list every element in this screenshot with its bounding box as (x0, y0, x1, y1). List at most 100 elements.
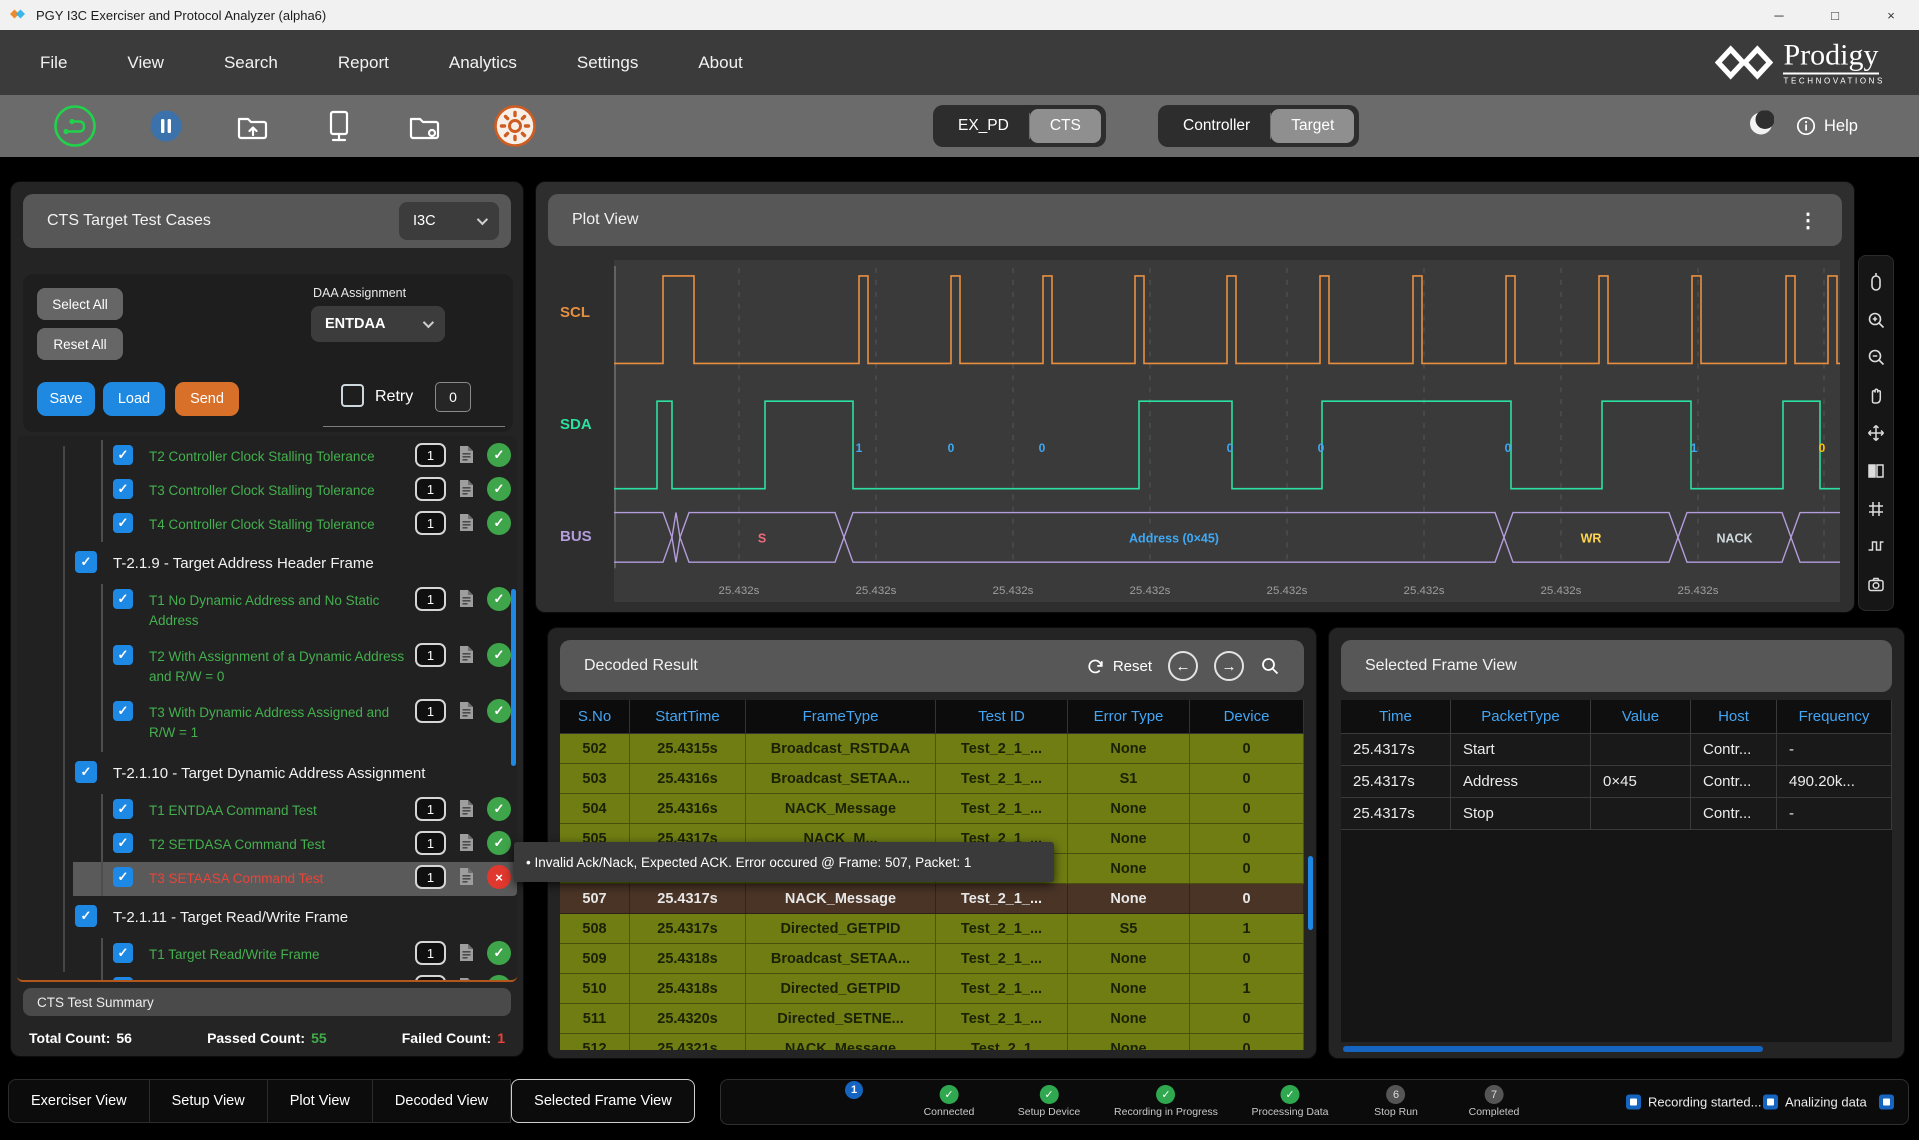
column-header[interactable]: Host (1691, 700, 1777, 734)
column-header[interactable]: Device (1190, 700, 1304, 734)
tree-item[interactable]: ✓T1 No Dynamic Address and No Static Add… (17, 584, 517, 640)
column-header[interactable]: S.No (560, 700, 630, 734)
waveform-chart[interactable]: SCL SDA BUS 10000010SAddress (0×45)WRNAC… (548, 260, 1840, 602)
column-header[interactable]: StartTime (630, 700, 746, 734)
folder-search-icon[interactable] (406, 107, 444, 145)
close-button[interactable]: × (1863, 0, 1919, 30)
dark-mode-moon-icon[interactable] (1748, 111, 1774, 142)
prev-error-button[interactable]: ← (1168, 651, 1198, 681)
zoom-in-icon[interactable] (1864, 308, 1888, 332)
run-count-input[interactable]: 1 (415, 797, 446, 821)
frame-row[interactable]: 25.4317sAddress0×45Contr...490.20k... (1341, 766, 1892, 798)
run-count-input[interactable]: 1 (415, 975, 446, 982)
tree-scrollbar[interactable] (511, 589, 516, 766)
tree-item[interactable]: ✓T3 SETAASA Command Test1× (17, 862, 517, 896)
decoded-row[interactable]: 50725.4317sNACK_MessageTest_2_1_...None0 (560, 884, 1304, 914)
search-icon[interactable] (1260, 656, 1280, 676)
checkbox-checked-icon[interactable]: ✓ (113, 645, 133, 665)
menu-item-analytics[interactable]: Analytics (449, 53, 517, 73)
reset-all-button[interactable]: Reset All (37, 328, 123, 360)
decoded-row[interactable]: 50425.4316sNACK_MessageTest_2_1_...None0 (560, 794, 1304, 824)
move-icon[interactable] (1864, 421, 1888, 445)
retry-count-input[interactable]: 0 (435, 382, 471, 412)
tree-item[interactable]: ✓T1 ENTDAA Command Test1✓ (17, 794, 517, 828)
column-header[interactable]: Error Type (1068, 700, 1190, 734)
view-tab-selected-frame-view[interactable]: Selected Frame View (511, 1079, 695, 1123)
tree-item[interactable]: ✓T4 Controller Clock Stalling Tolerance1… (17, 508, 517, 542)
daa-dropdown[interactable]: ENTDAA (311, 306, 445, 342)
exerciser-run-icon[interactable] (52, 103, 98, 149)
checkbox-checked-icon[interactable]: ✓ (75, 761, 97, 783)
checkbox-checked-icon[interactable]: ✓ (113, 833, 133, 853)
view-tab-setup-view[interactable]: Setup View (150, 1079, 268, 1123)
run-count-input[interactable]: 1 (415, 865, 446, 889)
run-count-input[interactable]: 1 (415, 511, 446, 535)
run-count-input[interactable]: 1 (415, 699, 446, 723)
toggle-option-cts[interactable]: CTS (1030, 109, 1101, 143)
column-header[interactable]: PacketType (1451, 700, 1591, 734)
checkbox-checked-icon[interactable]: ✓ (113, 977, 133, 982)
checkbox-checked-icon[interactable]: ✓ (113, 701, 133, 721)
checkbox-checked-icon[interactable]: ✓ (113, 799, 133, 819)
mouse-pointer-icon[interactable] (1864, 270, 1888, 294)
menu-item-file[interactable]: File (40, 53, 67, 73)
send-button[interactable]: Send (175, 382, 239, 416)
report-doc-icon[interactable] (459, 645, 474, 669)
run-count-input[interactable]: 1 (415, 587, 446, 611)
checkbox-checked-icon[interactable]: ✓ (113, 445, 133, 465)
frame-row[interactable]: 25.4317sStopContr...- (1341, 798, 1892, 830)
frame-hscrollbar[interactable] (1343, 1046, 1763, 1052)
checkbox-checked-icon[interactable]: ✓ (113, 513, 133, 533)
folder-export-icon[interactable] (234, 107, 272, 145)
pause-icon[interactable] (146, 106, 186, 146)
next-error-button[interactable]: → (1214, 651, 1244, 681)
minimize-button[interactable]: ─ (1751, 0, 1807, 30)
column-header[interactable]: Test ID (936, 700, 1068, 734)
decoded-row[interactable]: 50225.4315sBroadcast_RSTDAATest_2_1_...N… (560, 734, 1304, 764)
decoded-row[interactable]: 51025.4318sDirected_GETPIDTest_2_1_...No… (560, 974, 1304, 1004)
report-doc-icon[interactable] (459, 701, 474, 725)
tree-item[interactable]: ✓T2 Target Read/Write Frame1✓ (17, 972, 517, 982)
toggle-option-target[interactable]: Target (1271, 109, 1354, 143)
snapshot-camera-icon[interactable] (1864, 572, 1888, 596)
load-button[interactable]: Load (103, 382, 165, 416)
decoded-row[interactable]: 50925.4318sBroadcast_SETAA...Test_2_1_..… (560, 944, 1304, 974)
column-header[interactable]: Frequency (1777, 700, 1892, 734)
settings-gear-icon[interactable] (492, 103, 538, 149)
run-count-input[interactable]: 1 (415, 941, 446, 965)
menu-item-about[interactable]: About (698, 53, 742, 73)
menu-item-view[interactable]: View (127, 53, 164, 73)
reset-button[interactable]: Reset (1086, 657, 1152, 676)
tree-item[interactable]: ✓T2 SETDASA Command Test1✓ (17, 828, 517, 862)
zoom-out-icon[interactable] (1864, 345, 1888, 369)
column-header[interactable]: Value (1591, 700, 1691, 734)
device-monitor-icon[interactable] (320, 107, 358, 145)
run-count-input[interactable]: 1 (415, 643, 446, 667)
tree-item[interactable]: ✓T3 Controller Clock Stalling Tolerance1… (17, 474, 517, 508)
tree-item[interactable]: ✓T1 Target Read/Write Frame1✓ (17, 938, 517, 972)
signal-icon[interactable] (1864, 534, 1888, 558)
maximize-button[interactable]: □ (1807, 0, 1863, 30)
checkbox-checked-icon[interactable]: ✓ (113, 943, 133, 963)
select-all-button[interactable]: Select All (37, 288, 123, 320)
view-tab-decoded-view[interactable]: Decoded View (373, 1079, 511, 1123)
column-header[interactable]: FrameType (746, 700, 936, 734)
checkbox-checked-icon[interactable]: ✓ (113, 867, 133, 887)
menu-item-settings[interactable]: Settings (577, 53, 638, 73)
report-doc-icon[interactable] (459, 943, 474, 967)
checkbox-checked-icon[interactable]: ✓ (113, 479, 133, 499)
run-count-input[interactable]: 1 (415, 477, 446, 501)
help-button[interactable]: Help (1796, 116, 1858, 136)
tree-item[interactable]: ✓T-2.1.11 - Target Read/Write Frame (17, 896, 517, 938)
tree-item[interactable]: ✓T-2.1.9 - Target Address Header Frame (17, 542, 517, 584)
view-tab-exerciser-view[interactable]: Exerciser View (8, 1079, 150, 1123)
report-doc-icon[interactable] (459, 833, 474, 857)
checkbox-checked-icon[interactable]: ✓ (113, 589, 133, 609)
retry-checkbox[interactable] (341, 384, 364, 407)
frame-row[interactable]: 25.4317sStartContr...- (1341, 734, 1892, 766)
tree-item[interactable]: ✓T3 With Dynamic Address Assigned and R/… (17, 696, 517, 752)
report-doc-icon[interactable] (459, 867, 474, 891)
report-doc-icon[interactable] (459, 799, 474, 823)
report-doc-icon[interactable] (459, 445, 474, 469)
more-menu-icon[interactable]: ⋮ (1798, 208, 1818, 233)
